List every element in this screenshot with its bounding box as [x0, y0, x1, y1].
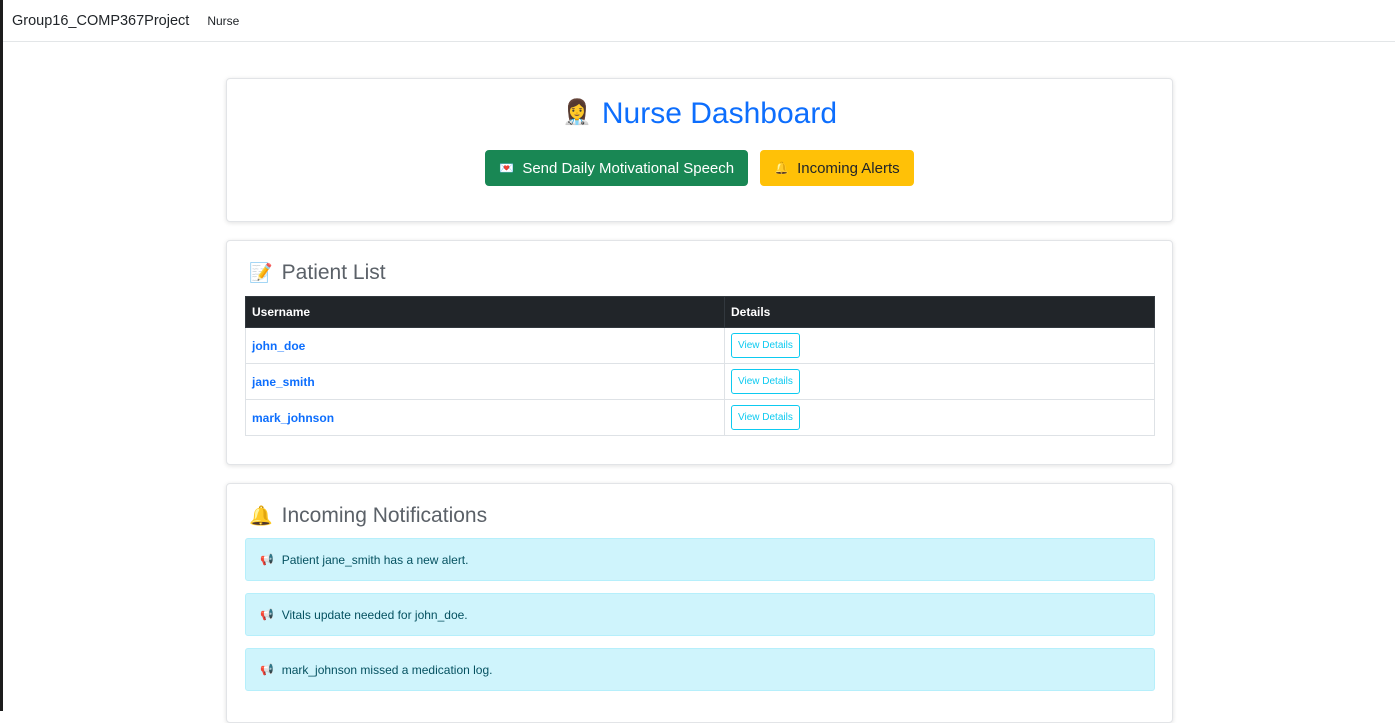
notification-text: Vitals update needed for john_doe.: [281, 607, 468, 622]
bell-icon: 🔔: [249, 506, 273, 527]
details-cell: View Details: [724, 363, 1155, 400]
notification-text: mark_johnson missed a medication log.: [281, 662, 493, 677]
patient-table: Username Details john_doe View Details j…: [245, 296, 1155, 436]
patient-list-heading: 📝 Patient List: [249, 261, 386, 285]
patient-username-link[interactable]: john_doe: [245, 327, 725, 364]
send-motivational-speech-label: Send Daily Motivational Speech: [522, 159, 735, 177]
notifications-title: Incoming Notifications: [281, 504, 488, 527]
love-letter-icon: 💌: [499, 161, 515, 175]
details-cell: View Details: [724, 327, 1155, 364]
nurse-icon: 👩‍⚕️: [561, 99, 592, 126]
navbar: Group16_COMP367Project Nurse: [3, 0, 1395, 42]
action-buttons: 💌 Send Daily Motivational Speech 🔔 Incom…: [227, 150, 1172, 186]
column-header-username: Username: [245, 296, 725, 328]
view-details-button[interactable]: View Details: [731, 333, 800, 358]
notification-text: Patient jane_smith has a new alert.: [281, 552, 469, 567]
notification-alert: 📢 Vitals update needed for john_doe.: [245, 593, 1155, 636]
navbar-brand[interactable]: Group16_COMP367Project: [12, 13, 189, 29]
notification-alert: 📢 Patient jane_smith has a new alert.: [245, 538, 1155, 581]
window-edge: [0, 0, 3, 711]
nav-link-nurse[interactable]: Nurse: [207, 14, 239, 28]
page-title-text: Nurse Dashboard: [601, 97, 837, 130]
patient-list-card: 📝 Patient List Username Details john_doe…: [226, 240, 1173, 465]
bell-icon: 🔔: [774, 161, 790, 175]
table-row: mark_johnson View Details: [245, 399, 1155, 436]
table-header-row: Username Details: [245, 296, 1155, 328]
patient-list-title: Patient List: [281, 261, 386, 284]
megaphone-icon: 📢: [260, 609, 274, 621]
incoming-alerts-button[interactable]: 🔔 Incoming Alerts: [760, 150, 914, 186]
view-details-button[interactable]: View Details: [731, 369, 800, 394]
megaphone-icon: 📢: [260, 664, 274, 676]
notifications-heading: 🔔 Incoming Notifications: [249, 504, 487, 528]
details-cell: View Details: [724, 399, 1155, 436]
view-details-button[interactable]: View Details: [731, 405, 800, 430]
dashboard-header-card: 👩‍⚕️ Nurse Dashboard 💌 Send Daily Motivat…: [226, 78, 1173, 222]
notifications-card: 🔔 Incoming Notifications 📢 Patient jane_…: [226, 483, 1173, 723]
table-row: john_doe View Details: [245, 327, 1155, 364]
notification-alert: 📢 mark_johnson missed a medication log.: [245, 648, 1155, 691]
page-title: 👩‍⚕️ Nurse Dashboard: [227, 97, 1172, 131]
memo-icon: 📝: [249, 263, 273, 284]
table-row: jane_smith View Details: [245, 363, 1155, 400]
column-header-details: Details: [724, 296, 1155, 328]
patient-username-link[interactable]: jane_smith: [245, 363, 725, 400]
send-motivational-speech-button[interactable]: 💌 Send Daily Motivational Speech: [485, 150, 749, 186]
megaphone-icon: 📢: [260, 554, 274, 566]
incoming-alerts-label: Incoming Alerts: [797, 159, 900, 177]
patient-username-link[interactable]: mark_johnson: [245, 399, 725, 436]
